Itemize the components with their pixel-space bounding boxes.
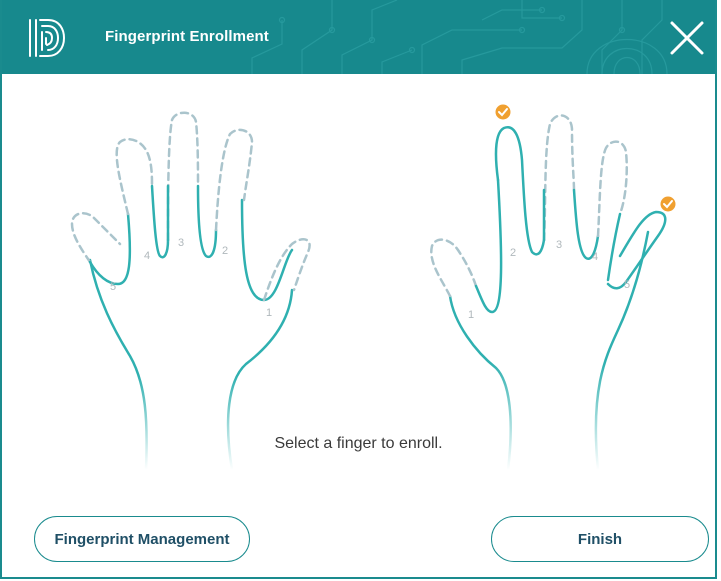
right-finger-3-number: 3 bbox=[556, 239, 562, 251]
left-finger-2-number: 2 bbox=[222, 245, 228, 257]
right-finger-4[interactable]: 4 bbox=[592, 140, 628, 282]
instruction-text: Select a finger to enroll. bbox=[274, 435, 443, 452]
right-finger-5[interactable]: 5 bbox=[606, 196, 676, 292]
left-finger-1-number: 1 bbox=[266, 307, 272, 319]
fingerprint-enrollment-window: Fingerprint Enrollment 5 4 3 2 1 1 2 3 4… bbox=[0, 0, 717, 579]
left-finger-3-number: 3 bbox=[178, 237, 184, 249]
left-finger-1[interactable]: 1 bbox=[262, 238, 311, 319]
left-finger-5[interactable]: 5 bbox=[70, 211, 132, 293]
left-hand bbox=[88, 198, 294, 472]
right-finger-2-number: 2 bbox=[510, 247, 516, 259]
left-finger-2[interactable]: 2 bbox=[214, 128, 254, 257]
right-finger-4-number: 4 bbox=[592, 251, 598, 263]
left-finger-4-number: 4 bbox=[144, 250, 150, 262]
fingerprint-logo-icon bbox=[29, 19, 66, 57]
left-hand-index-base bbox=[240, 198, 294, 302]
right-finger-1-number: 1 bbox=[468, 309, 474, 321]
fingerprint-management-button[interactable]: Fingerprint Management bbox=[34, 516, 250, 562]
right-finger-5-enrolled-badge bbox=[660, 196, 676, 212]
window-title: Fingerprint Enrollment bbox=[105, 28, 269, 45]
title-bar: Fingerprint Enrollment bbox=[2, 0, 715, 74]
right-finger-2-enrolled-badge bbox=[495, 104, 511, 120]
left-finger-4[interactable]: 4 bbox=[115, 138, 170, 262]
right-finger-1[interactable]: 1 bbox=[430, 178, 503, 321]
right-finger-3[interactable]: 3 bbox=[542, 114, 600, 260]
right-finger-2[interactable]: 2 bbox=[494, 104, 546, 260]
close-icon[interactable] bbox=[667, 18, 707, 58]
finish-button[interactable]: Finish bbox=[491, 516, 709, 562]
left-finger-5-number: 5 bbox=[110, 281, 116, 293]
left-finger-3[interactable]: 3 bbox=[166, 111, 218, 259]
right-finger-5-number: 5 bbox=[624, 279, 630, 291]
